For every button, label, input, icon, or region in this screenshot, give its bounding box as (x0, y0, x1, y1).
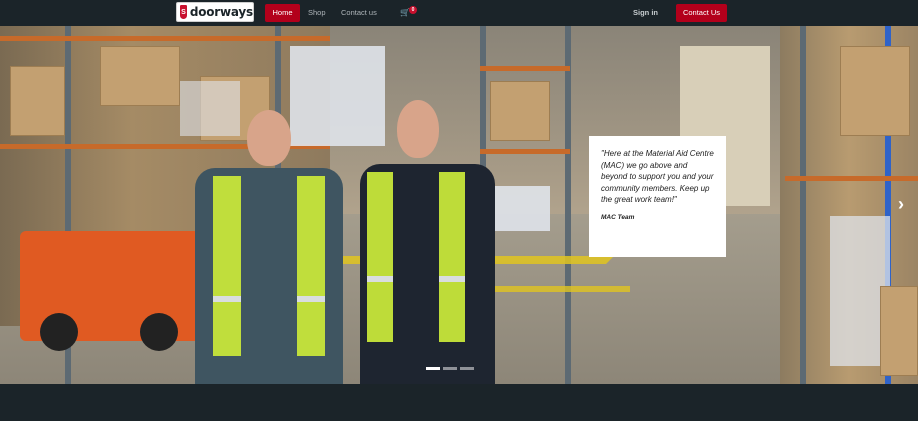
carousel-indicator-1[interactable] (426, 367, 440, 370)
warehouse-photo (0, 26, 918, 384)
worker-left (185, 106, 350, 384)
cart-button[interactable]: 🛒 0 (400, 6, 418, 20)
carousel-indicator-3[interactable] (460, 367, 474, 370)
contact-us-button[interactable]: Contact Us (676, 4, 727, 22)
cart-count-badge: 0 (409, 6, 417, 14)
nav-contact-link[interactable]: Contact us (341, 0, 377, 26)
section-band (0, 384, 918, 421)
testimonial-author: MAC Team (601, 213, 635, 221)
chevron-right-icon[interactable]: › (898, 194, 904, 214)
shield-icon: S (180, 5, 187, 19)
testimonial-card: "Here at the Material Aid Centre (MAC) w… (589, 136, 726, 257)
carousel-indicator-2[interactable] (443, 367, 457, 370)
top-navbar: S doorways Home Shop Contact us 🛒 0 Sign… (0, 0, 918, 26)
logo-text: doorways (189, 5, 253, 19)
hero-carousel: "Here at the Material Aid Centre (MAC) w… (0, 26, 918, 384)
forklift (20, 231, 200, 351)
testimonial-quote: "Here at the Material Aid Centre (MAC) w… (601, 149, 714, 204)
nav-home-link[interactable]: Home (265, 4, 300, 22)
worker-right (355, 96, 500, 384)
nav-shop-link[interactable]: Shop (308, 0, 326, 26)
doorways-logo[interactable]: S doorways (176, 2, 254, 22)
carousel-indicators (426, 367, 474, 371)
sign-in-link[interactable]: Sign in (633, 0, 658, 26)
